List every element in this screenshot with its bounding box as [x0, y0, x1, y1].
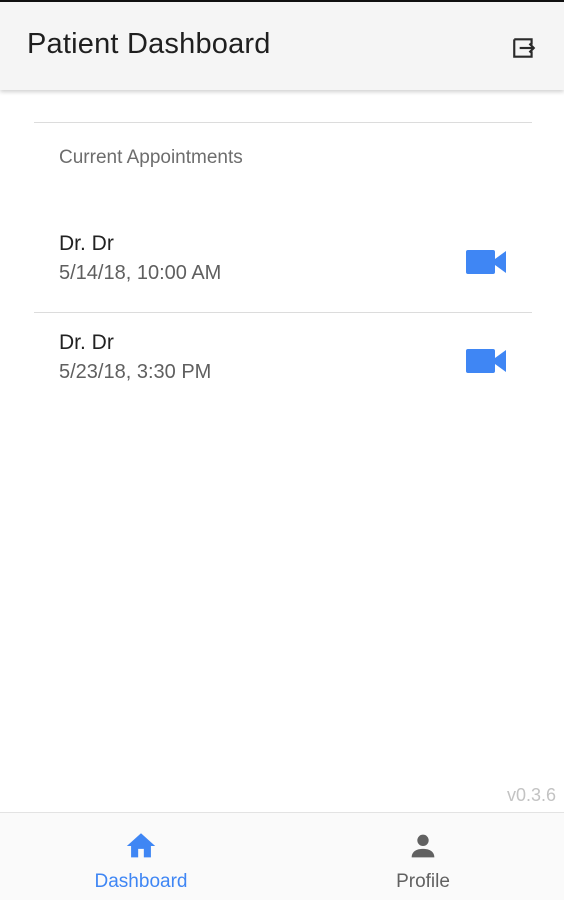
person-icon [411, 834, 435, 858]
video-camera-icon[interactable] [466, 347, 508, 375]
logout-icon [513, 38, 536, 58]
section-label: Current Appointments [59, 147, 243, 168]
nav-label: Profile [396, 871, 450, 892]
nav-label: Dashboard [94, 871, 188, 892]
appointment-datetime: 5/14/18, 10:00 AM [59, 262, 222, 284]
appointment-doctor: Dr. Dr [59, 232, 114, 255]
app-header: Patient Dashboard [0, 0, 564, 90]
divider [34, 122, 532, 123]
nav-item-dashboard[interactable]: Dashboard [0, 813, 282, 900]
logout-button[interactable] [508, 32, 540, 64]
nav-item-profile[interactable]: Profile [282, 813, 564, 900]
bottom-navigation: Dashboard Profile [0, 812, 564, 900]
video-camera-icon[interactable] [466, 248, 508, 276]
home-icon [126, 833, 156, 858]
appointment-datetime: 5/23/18, 3:30 PM [59, 361, 212, 383]
app-root: Patient Dashboard Current Appointments D… [0, 0, 564, 900]
appointment-item[interactable]: Dr. Dr 5/23/18, 3:30 PM [34, 313, 532, 411]
version-label: v0.3.6 [506, 785, 556, 805]
appointment-doctor: Dr. Dr [59, 331, 114, 354]
page-title: Patient Dashboard [27, 28, 271, 60]
main-content: Current Appointments Dr. Dr 5/14/18, 10:… [0, 90, 564, 812]
appointment-item[interactable]: Dr. Dr 5/14/18, 10:00 AM [34, 214, 532, 312]
